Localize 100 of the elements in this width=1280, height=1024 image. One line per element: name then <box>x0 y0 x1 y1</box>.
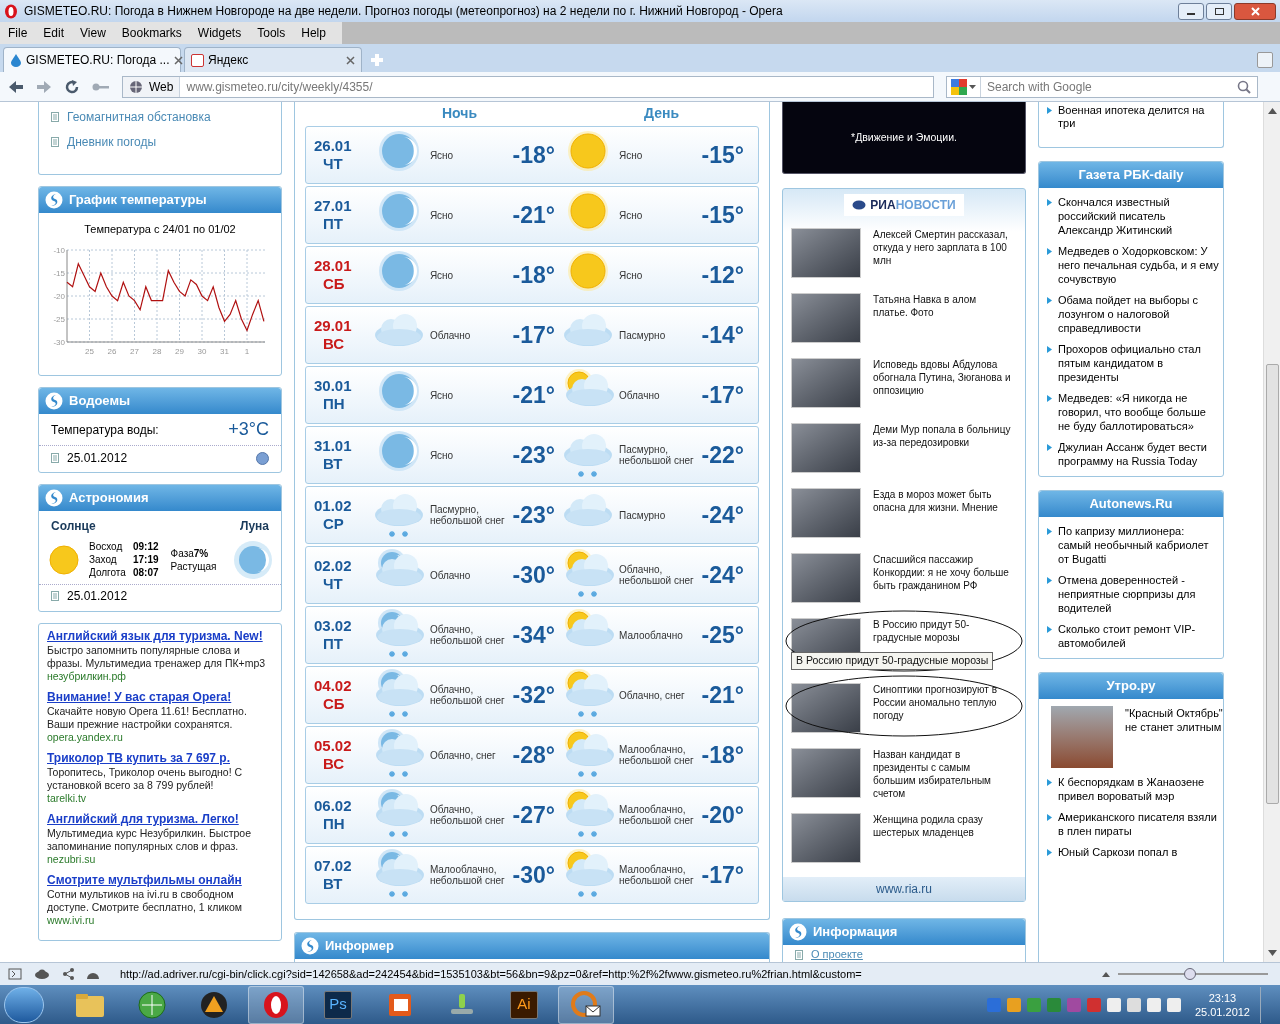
ad-link[interactable]: Английский для туризма. Легко! <box>47 812 273 827</box>
panel-header: Астрономия <box>39 485 281 511</box>
ad-url[interactable]: tarelki.tv <box>47 792 273 805</box>
news-link[interactable]: Американского писателя взяли в плен пираты <box>1058 810 1219 838</box>
news-link[interactable]: Отмена доверенностей - неприятные сюрпризы для водителей <box>1058 573 1219 615</box>
y-tick-label: -15 <box>53 268 66 278</box>
weather-condition: Ясно <box>618 269 644 281</box>
menu-item[interactable]: Tools <box>249 24 294 42</box>
ria-logo[interactable]: РИАНОВОСТИ <box>844 193 964 216</box>
x-tick-label: 1 <box>244 346 250 356</box>
temperature: -32° <box>512 680 555 710</box>
news-footer[interactable]: www.ria.ru <box>783 877 1025 902</box>
menu-item[interactable]: View <box>72 24 114 42</box>
panel-header: Информер <box>295 933 769 959</box>
tooltip: В Россию придут 50-градусные морозы <box>791 651 994 670</box>
menu-item[interactable]: Help <box>293 24 334 42</box>
date-label: 29.01 ВС <box>314 317 353 353</box>
ad-link[interactable]: Внимание! У вас старая Opera! <box>47 690 273 705</box>
news-link[interactable]: Спасшийся пассажир Конкордии: я не хочу больше быть гражданином РФ <box>873 552 1013 603</box>
ad-link[interactable]: Триколор ТВ купить за 7 697 р. <box>47 751 273 766</box>
temperature: -21° <box>512 380 555 410</box>
window-title: GISMETEO.RU: Погода в Нижнем Новгороде на две недели. Прогноз погоды (метеопрогноз) на 2 недели по г. Нижний Новгород - Opera <box>24 3 783 20</box>
news-link[interactable]: Деми Мур попала в больницу из-за передозировки <box>873 422 1013 473</box>
weather-condition: Ясно <box>429 389 455 401</box>
x-tick-label: 30 <box>197 346 207 356</box>
y-tick-label: -25 <box>53 314 66 324</box>
news-link[interactable]: Женщина родила сразу шестерых младенцев <box>873 812 1013 863</box>
weather-condition: Облачно, снег <box>429 749 497 761</box>
date-label: 27.01 ПТ <box>314 197 353 233</box>
nav-link[interactable]: Дневник погоды <box>67 133 157 151</box>
ad-url[interactable]: незубрилкин.рф <box>47 670 273 683</box>
temperature: -14° <box>701 320 744 350</box>
news-link[interactable]: Скончался известный российский писатель Александр Житинский <box>1058 195 1219 237</box>
search-input[interactable]: Search with Google <box>981 77 1237 96</box>
browser-tab[interactable]: GISMETEO.RU: Погода ... <box>3 47 181 72</box>
news-link[interactable]: Медведев о Ходорковском: У него печальная судьба, и я ему сочувствую <box>1058 244 1219 286</box>
nav-link[interactable]: О проекте <box>811 948 863 962</box>
taskbar-button[interactable]: Ps <box>310 985 366 1024</box>
ad-url[interactable]: nezubri.su <box>47 853 273 866</box>
date-label: 05.02 ВС <box>314 737 353 773</box>
temperature: -12° <box>701 260 744 290</box>
date-text: 25.01.2012 <box>67 588 128 605</box>
weather-condition: Пасмурно <box>618 329 667 341</box>
date-label: 31.01 ВТ <box>314 437 353 473</box>
temperature: -24° <box>701 560 744 590</box>
day-header: День <box>644 104 680 123</box>
temperature: -18° <box>701 740 744 770</box>
nav-link[interactable]: Геомагнитная обстановка <box>67 108 211 126</box>
date-label: 30.01 ПН <box>314 377 353 413</box>
menu-item[interactable]: Bookmarks <box>113 24 190 42</box>
weather-condition: Ясно <box>618 209 644 221</box>
news-link[interactable]: Алексей Смертин рассказал, откуда у него зарплата в 100 млн <box>873 227 1013 278</box>
weather-condition: Ясно <box>618 149 644 161</box>
x-tick-label: 31 <box>220 346 230 356</box>
weather-condition: Пасмурно <box>618 509 667 521</box>
y-tick-label: -20 <box>53 291 66 301</box>
news-link[interactable]: Сколько стоит ремонт VIP-автомобилей <box>1058 622 1219 650</box>
sun-time-label: Восход <box>89 540 124 553</box>
ad-url[interactable]: opera.yandex.ru <box>47 731 273 744</box>
news-link[interactable]: Исповедь вдовы Абдулова обогнала Путина, Зюганова и оппозицию <box>873 357 1013 408</box>
ad-banner[interactable]: *Движение и Эмоции. <box>782 102 1026 174</box>
temperature: -21° <box>701 680 744 710</box>
news-link[interactable]: Прохоров официально стал пятым кандидатом в президенты <box>1058 342 1219 384</box>
news-link[interactable]: Назван кандидат в президенты с самым большим избирательным счетом <box>873 747 1013 798</box>
browser-tab[interactable]: Яндекс <box>184 47 362 72</box>
ad-url[interactable]: www.ivi.ru <box>47 914 273 927</box>
sun-label: Солнце <box>51 518 96 535</box>
temperature: -18° <box>512 140 555 170</box>
ad-link[interactable]: Смотрите мультфильмы онлайн <box>47 873 273 888</box>
news-link[interactable]: Татьяна Навка в алом платье. Фото <box>873 292 1013 343</box>
date-label: 01.02 СР <box>314 497 353 533</box>
ad-link[interactable]: Английский язык для туризма. New! <box>47 629 273 644</box>
menu-item[interactable]: File <box>0 24 36 42</box>
taskbar-button[interactable]: Ai <box>496 985 552 1024</box>
weather-condition: Ясно <box>429 209 455 221</box>
address-field[interactable]: Web www.gismeteo.ru/city/weekly/4355/ <box>122 75 934 98</box>
date-label: 02.02 ЧТ <box>314 557 353 593</box>
weather-condition: Облачно, небольшой снег <box>429 804 506 826</box>
news-link[interactable]: Джулиан Ассанж будет вести программу на Russia Today <box>1058 440 1219 468</box>
weather-condition: Облачно, небольшой снег <box>429 684 506 706</box>
menu-item[interactable]: Edit <box>35 24 73 42</box>
news-link[interactable]: Езда в мороз может быть опасна для жизни. Мнение <box>873 487 1013 538</box>
menu-item[interactable]: Widgets <box>189 24 250 42</box>
news-link[interactable]: Обама пойдет на выборы с лозунгом о налоговой справедливости <box>1058 293 1219 335</box>
news-link[interactable]: "Красный Октябрь" не станет элитным <box>1125 706 1223 768</box>
url-text: www.gismeteo.ru/city/weekly/4355/ <box>185 78 373 96</box>
news-link[interactable]: Военная ипотека делится на три <box>1058 104 1223 130</box>
news-link[interactable]: Юный Саркози попал в <box>1058 845 1178 859</box>
search-field[interactable]: Search with Google <box>946 75 1258 98</box>
panel-header: График температуры <box>39 187 281 213</box>
weather-condition: Ясно <box>429 269 455 281</box>
date-label: 03.02 ПТ <box>314 617 353 653</box>
water-temperature: +3°C <box>228 418 269 441</box>
moon-phase: Фаза7% <box>170 546 210 560</box>
news-link[interactable]: К беспорядкам в Жанаозене привел вороватый мэр <box>1058 775 1219 803</box>
sun-time-label: Долгота <box>89 566 127 579</box>
address-mode-label[interactable]: Web <box>123 76 181 97</box>
news-link[interactable]: Медведев: «Я никогда не говорил, что вообще больше не буду баллотироваться» <box>1058 391 1219 433</box>
night-header: Ночь <box>442 104 478 123</box>
news-link[interactable]: По капризу миллионера: самый необычный кабриолет от Bugatti <box>1058 524 1219 566</box>
